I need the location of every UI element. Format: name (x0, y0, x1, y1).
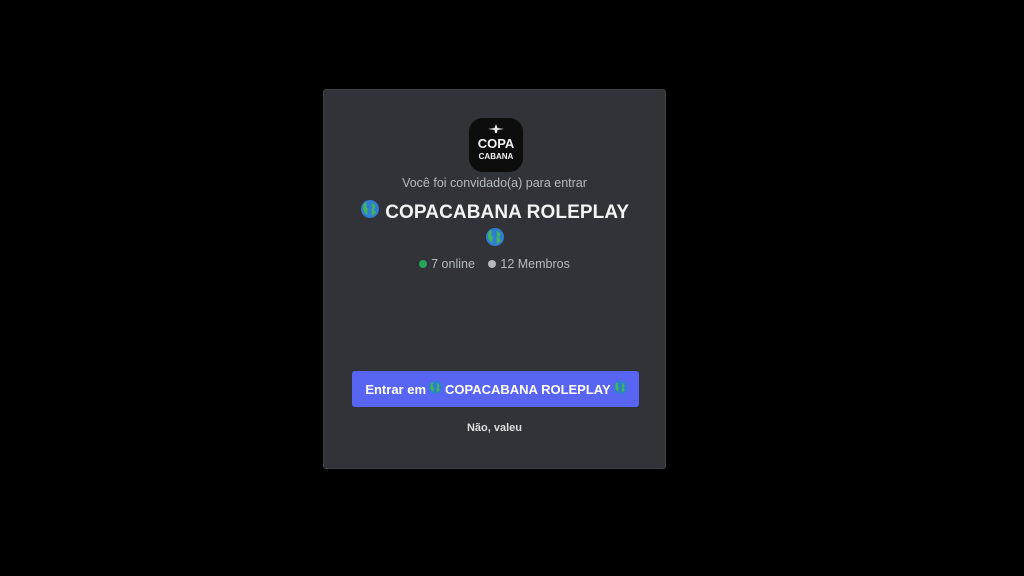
globe-icon (428, 380, 443, 398)
join-server-name: COPACABANA ROLEPLAY (445, 381, 611, 397)
online-dot-icon (419, 259, 428, 268)
member-count: 12 Membros (500, 257, 570, 271)
server-title: COPACABANA ROLEPLAY (338, 199, 651, 255)
logo-text-top: COPA (478, 136, 515, 151)
join-prefix: Entrar em (365, 381, 427, 397)
server-icon: COPA CABANA (469, 118, 523, 172)
invite-subtitle: Você foi convidado(a) para entrar (402, 176, 587, 190)
members-stat: 12 Membros (488, 257, 570, 271)
invite-modal: COPA CABANA Você foi convidado(a) para e… (323, 89, 666, 469)
join-server-button[interactable]: Entrar em COPACABANA ROLEPLAY (352, 371, 639, 407)
globe-icon (485, 227, 505, 255)
server-stats: 7 online 12 Membros (324, 257, 665, 271)
globe-icon (613, 380, 628, 398)
members-dot-icon (488, 259, 497, 268)
logo-text-bottom: CABANA (479, 152, 514, 161)
server-logo: COPA CABANA (469, 118, 523, 172)
server-name-text: COPACABANA ROLEPLAY (385, 202, 630, 224)
globe-icon (360, 199, 380, 227)
decline-button[interactable]: Não, valeu (324, 422, 665, 434)
online-stat: 7 online (419, 257, 475, 271)
online-count: 7 online (431, 257, 475, 271)
